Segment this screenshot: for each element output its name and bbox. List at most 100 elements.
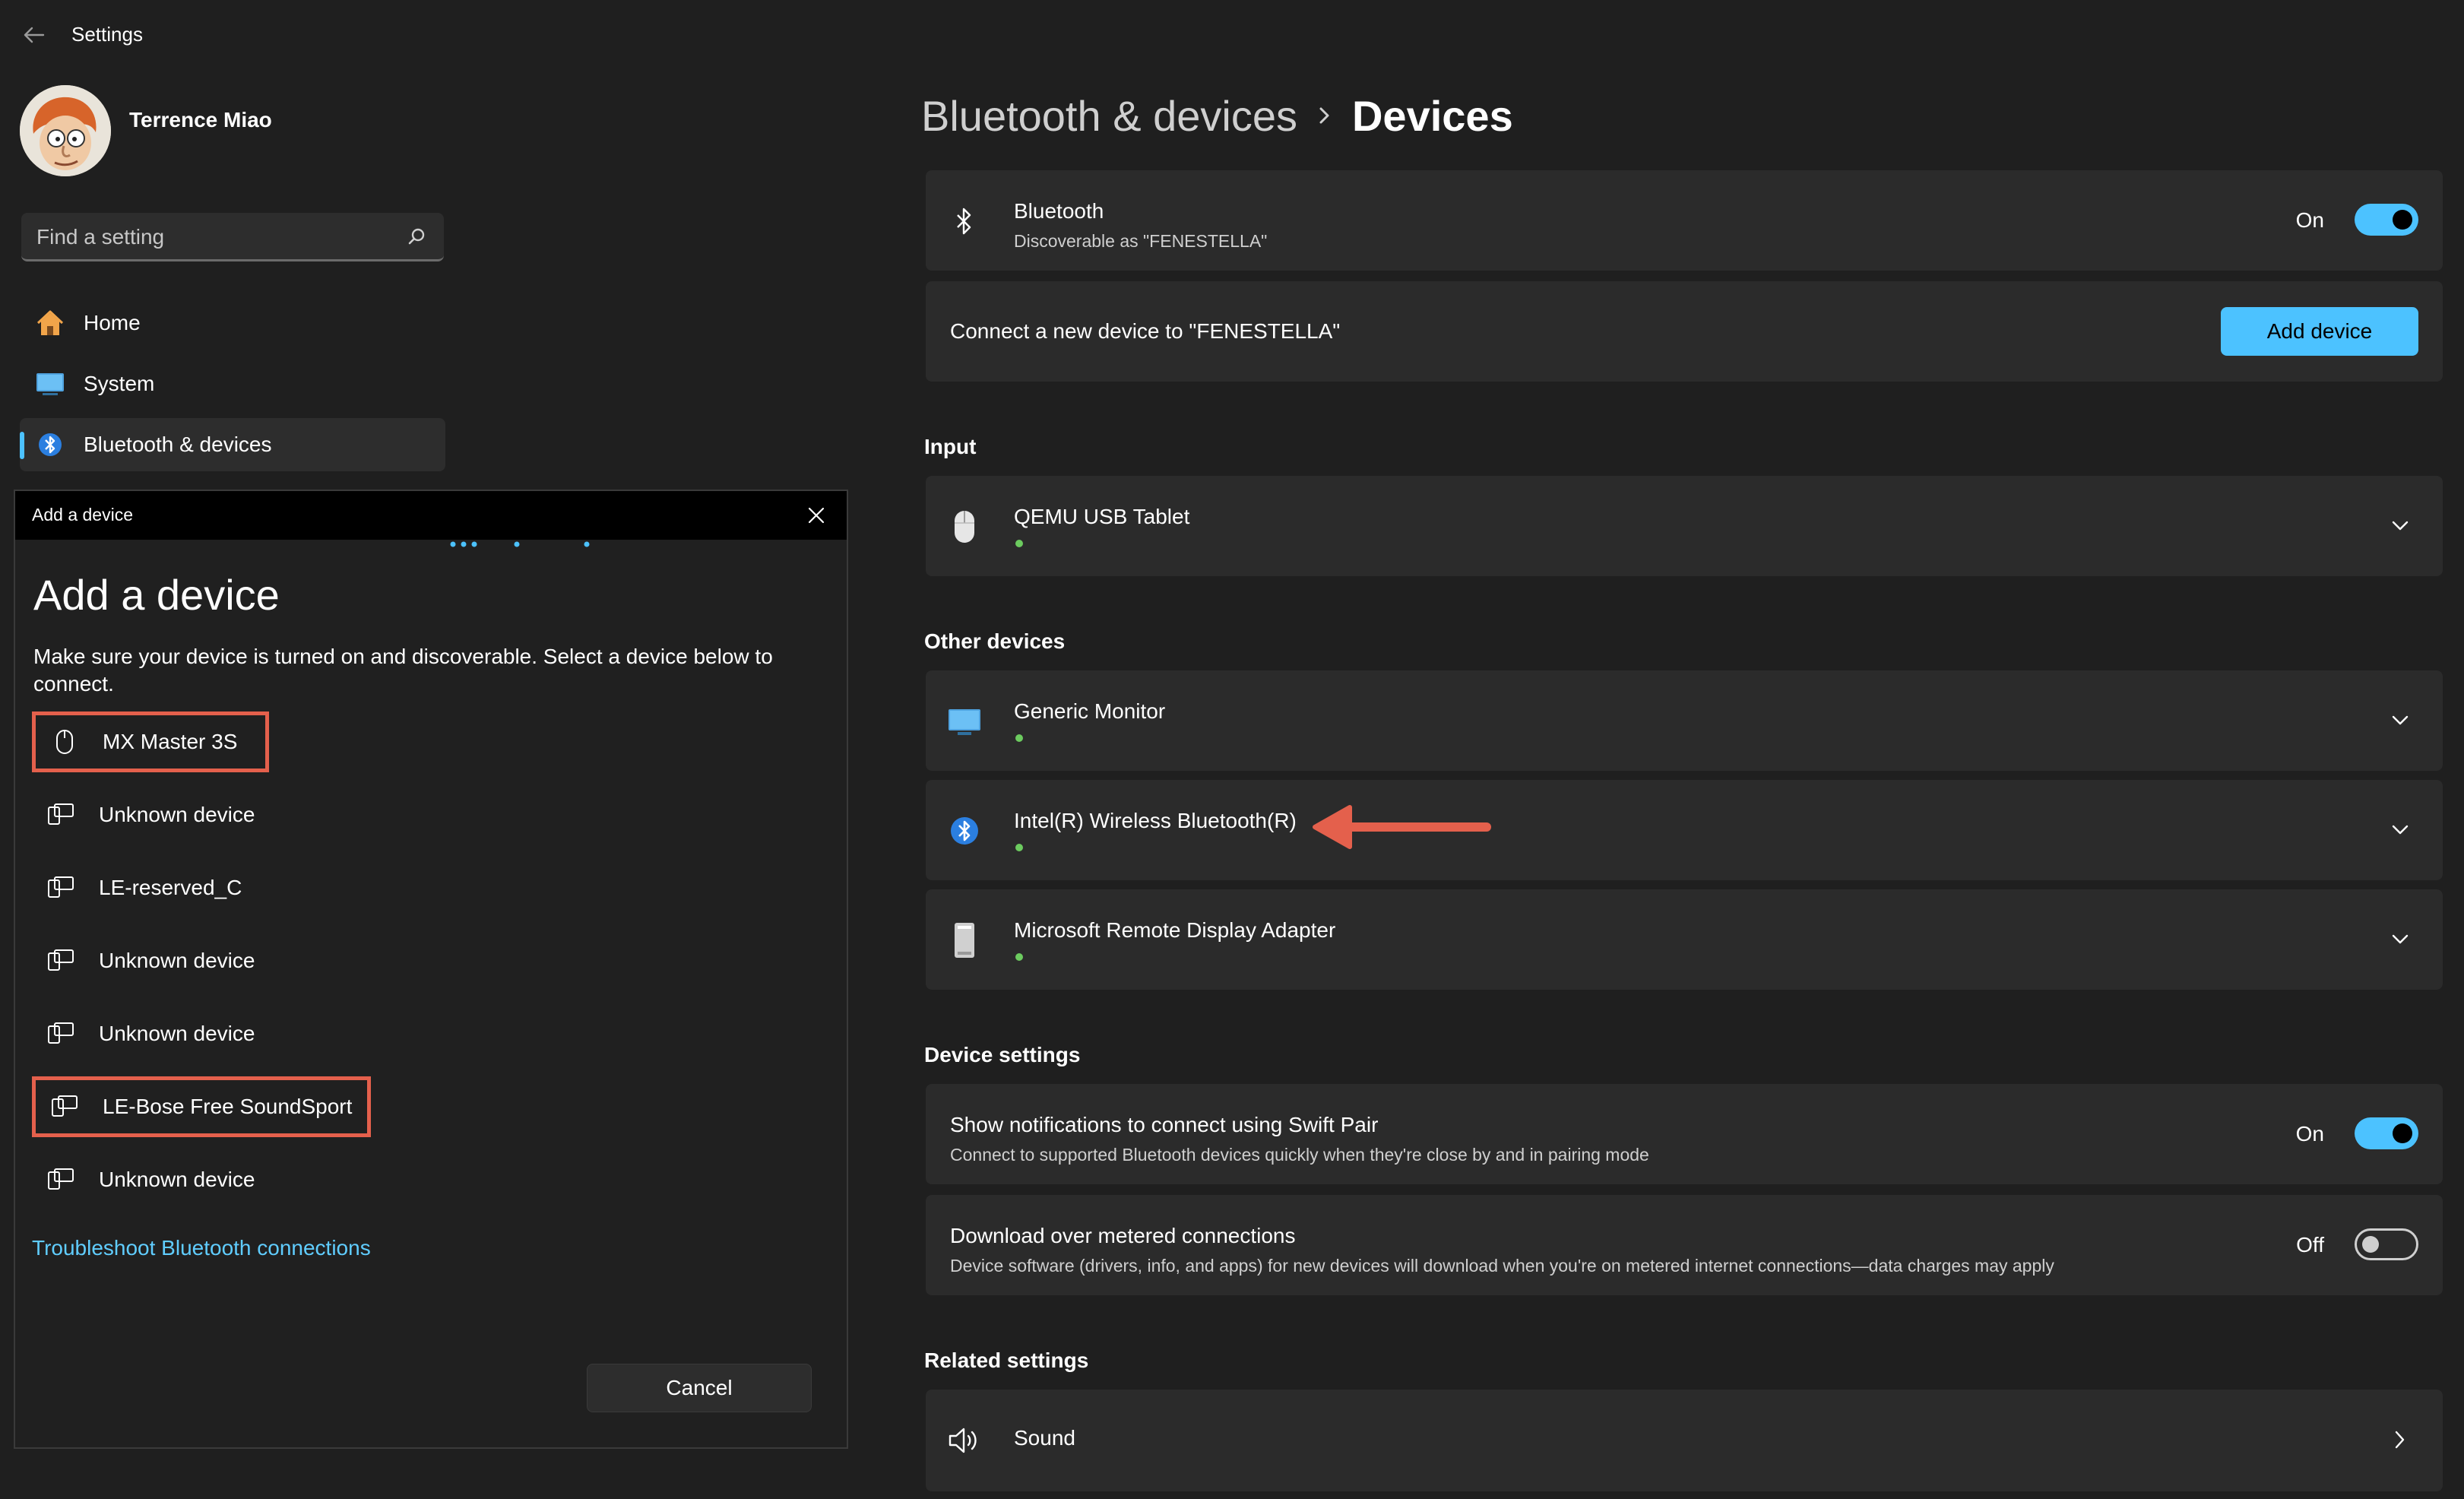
metered-download-subtitle: Device software (drivers, info, and apps… (950, 1256, 2054, 1276)
device-name: LE-reserved_C (99, 876, 242, 899)
status-dot (1015, 844, 1023, 851)
display-adapter-icon (945, 921, 983, 959)
bluetooth-icon (32, 426, 68, 463)
chevron-down-icon[interactable] (2385, 705, 2415, 736)
section-title-related-settings: Related settings (924, 1348, 1089, 1372)
page-title: Devices (1351, 91, 1513, 140)
swift-pair-toggle[interactable] (2355, 1117, 2418, 1149)
device-name: Intel(R) Wireless Bluetooth(R) (1014, 809, 1297, 832)
app-title: Settings (71, 23, 143, 46)
device-generic-icon (44, 1017, 78, 1051)
search-box[interactable] (21, 213, 444, 261)
bluetooth-icon (945, 812, 983, 850)
related-setting-label: Sound (1014, 1426, 1075, 1450)
dialog-description: Make sure your device is turned on and d… (33, 645, 773, 696)
device-name: LE-Bose Free SoundSport (103, 1095, 353, 1118)
search-input[interactable] (35, 213, 395, 261)
breadcrumb: Bluetooth & devices Devices (921, 85, 1513, 146)
bluetooth-toggle[interactable] (2355, 204, 2418, 236)
chevron-down-icon[interactable] (2385, 924, 2415, 955)
cancel-button[interactable]: Cancel (587, 1364, 812, 1412)
device-list-item[interactable]: LE-Bose Free SoundSport (32, 1076, 371, 1137)
device-name: Unknown device (99, 949, 255, 972)
device-list-item[interactable]: LE-reserved_C (32, 857, 488, 918)
device-list-item[interactable]: MX Master 3S (32, 711, 269, 772)
sidebar-item-label: Bluetooth & devices (84, 433, 272, 456)
dialog-title-bar: Add a device (15, 491, 847, 540)
toggle-knob (2393, 210, 2412, 230)
toggle-knob (2393, 1123, 2412, 1143)
dialog-title: Add a device (32, 505, 133, 524)
device-name: Generic Monitor (1014, 699, 1166, 723)
device-list-item[interactable]: Unknown device (32, 1003, 488, 1064)
device-list-item[interactable]: Unknown device (32, 930, 488, 991)
mouse-icon (48, 725, 81, 759)
metered-download-setting-card: Download over metered connections Device… (926, 1195, 2443, 1295)
bluetooth-card: Bluetooth Discoverable as "FENESTELLA" O… (926, 170, 2443, 271)
dialog-heading: Add a device (33, 571, 280, 619)
home-icon (32, 305, 68, 341)
device-name: QEMU USB Tablet (1014, 505, 1190, 528)
selected-indicator (20, 432, 24, 459)
device-name: MX Master 3S (103, 730, 238, 753)
device-card-qemu-usb-tablet[interactable]: QEMU USB Tablet (926, 476, 2443, 576)
avatar[interactable] (20, 85, 111, 176)
search-icon[interactable] (407, 227, 427, 246)
progress-dots-icon (450, 541, 590, 547)
device-name: Unknown device (99, 1168, 255, 1191)
section-title-other-devices: Other devices (924, 629, 1066, 653)
status-dot (1015, 953, 1023, 961)
mouse-icon (945, 508, 983, 546)
monitor-icon (945, 702, 983, 740)
chevron-down-icon[interactable] (2385, 511, 2415, 541)
metered-download-title: Download over metered connections (950, 1224, 1296, 1247)
device-name: Unknown device (99, 1022, 255, 1045)
back-button[interactable] (17, 21, 50, 49)
device-generic-icon (44, 944, 78, 978)
connect-device-text: Connect a new device to "FENESTELLA" (950, 319, 1341, 343)
section-title-device-settings: Device settings (924, 1043, 1081, 1066)
metered-download-toggle[interactable] (2355, 1228, 2418, 1260)
bluetooth-toggle-label: On (2295, 208, 2324, 232)
bluetooth-subtitle: Discoverable as "FENESTELLA" (1014, 231, 1268, 251)
device-generic-icon (44, 798, 78, 832)
sidebar-item-system[interactable]: System (20, 357, 445, 410)
swift-pair-toggle-label: On (2295, 1122, 2324, 1146)
speaker-icon (945, 1421, 983, 1459)
swift-pair-subtitle: Connect to supported Bluetooth devices q… (950, 1145, 1649, 1165)
device-list-item[interactable]: Unknown device (32, 1149, 488, 1210)
add-device-button[interactable]: Add device (2221, 307, 2418, 356)
device-name: Unknown device (99, 803, 255, 826)
troubleshoot-link[interactable]: Troubleshoot Bluetooth connections (32, 1236, 371, 1260)
close-button[interactable] (803, 502, 830, 529)
device-card-generic-monitor[interactable]: Generic Monitor (926, 670, 2443, 771)
related-setting-sound[interactable]: Sound (926, 1390, 2443, 1491)
sidebar-item-label: Home (84, 311, 141, 334)
monitor-icon (32, 366, 68, 402)
chevron-right-icon (1317, 104, 1332, 127)
annotation-arrow-icon (1313, 805, 1491, 849)
swift-pair-title: Show notifications to connect using Swif… (950, 1113, 1379, 1136)
chevron-right-icon (2385, 1425, 2415, 1455)
back-arrow-icon (24, 27, 45, 43)
toggle-knob (2362, 1236, 2379, 1253)
sidebar-item-home[interactable]: Home (20, 296, 445, 350)
chevron-down-icon[interactable] (2385, 815, 2415, 845)
section-title-input: Input (924, 435, 977, 458)
sidebar-item-bluetooth-devices[interactable]: Bluetooth & devices (20, 418, 445, 471)
user-name: Terrence Miao (129, 108, 272, 132)
add-device-dialog: Add a device Add a device Make sure your… (14, 490, 848, 1449)
metered-download-toggle-label: Off (2296, 1233, 2324, 1257)
device-card-intel-wireless-bluetooth[interactable]: Intel(R) Wireless Bluetooth(R) (926, 780, 2443, 880)
device-name: Microsoft Remote Display Adapter (1014, 918, 1336, 942)
swift-pair-setting-card: Show notifications to connect using Swif… (926, 1084, 2443, 1184)
device-card-remote-display-adapter[interactable]: Microsoft Remote Display Adapter (926, 889, 2443, 990)
breadcrumb-parent[interactable]: Bluetooth & devices (921, 91, 1297, 141)
device-generic-icon (44, 871, 78, 905)
title-bar: Settings (0, 0, 2464, 70)
device-generic-icon (48, 1090, 81, 1123)
device-list-item[interactable]: Unknown device (32, 784, 488, 845)
bluetooth-title: Bluetooth (1014, 199, 1104, 223)
status-dot (1015, 734, 1023, 742)
close-icon (808, 507, 825, 524)
